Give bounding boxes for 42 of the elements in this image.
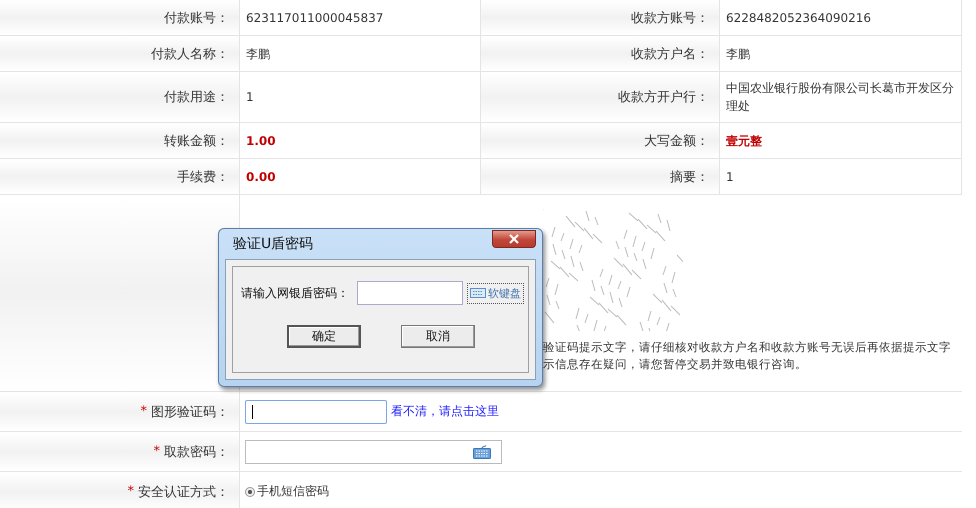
field-value: 壹元整 xyxy=(726,132,762,150)
dialog-button[interactable]: 取消 xyxy=(401,325,475,348)
field-label: 摘要： xyxy=(670,168,709,186)
field-label: 请输入网银盾密码： xyxy=(241,284,349,302)
dialog-button[interactable]: 确定 xyxy=(287,325,361,348)
close-button[interactable] xyxy=(492,230,536,248)
field-label: 图形验证码： xyxy=(151,404,229,420)
required-mark: * xyxy=(128,484,134,499)
field-value: 623117011000045837 xyxy=(246,10,384,26)
field-label: 手续费： xyxy=(177,168,229,186)
refresh-captcha-link[interactable]: 看不清，请点击这里 xyxy=(391,403,499,420)
password-input[interactable] xyxy=(357,281,463,305)
field-label: 安全认证方式： xyxy=(138,484,229,500)
field-value: 李鹏 xyxy=(726,46,750,62)
field-value: 中国农业银行股份有限公司长葛市开发区分理处 xyxy=(726,80,955,115)
required-mark: * xyxy=(154,444,160,459)
keyboard-icon[interactable] xyxy=(473,444,491,458)
field-label: 收款方户名： xyxy=(631,46,709,62)
field-label: 取款密码： xyxy=(164,444,229,460)
required-mark: * xyxy=(140,404,147,419)
field-label: 付款账号： xyxy=(164,10,229,26)
field-label: 转账金额： xyxy=(164,132,229,150)
field-value: 1 xyxy=(246,89,254,106)
field-value: 1 xyxy=(726,168,734,186)
field-label: 付款人名称： xyxy=(151,46,229,62)
captcha-input[interactable] xyxy=(245,400,387,424)
soft-keyboard-button[interactable]: 软键盘 xyxy=(467,282,524,304)
field-label: 付款用途： xyxy=(164,89,229,106)
close-icon xyxy=(509,234,519,244)
dialog-title: 验证U盾密码 xyxy=(233,235,314,253)
password-input[interactable] xyxy=(245,440,502,464)
field-label: 收款方账号： xyxy=(631,10,709,26)
keyboard-icon xyxy=(470,288,486,298)
field-value: 0.00 xyxy=(246,168,276,186)
field-value: 李鹏 xyxy=(246,46,270,62)
field-label: 收款方开户行： xyxy=(618,89,709,106)
hint-text: 验证码提示文字，请仔细核对收款方户名和收款方账号无误后再依据提示文字 xyxy=(543,339,952,356)
radio-option[interactable]: 手机短信密码 xyxy=(245,483,329,500)
field-label: 大写金额： xyxy=(644,132,709,150)
field-value: 1.00 xyxy=(246,132,276,150)
hint-text: 示信息存在疑问，请您暂停交易并致电银行咨询。 xyxy=(543,356,808,373)
field-value: 6228482052364090216 xyxy=(726,10,872,26)
